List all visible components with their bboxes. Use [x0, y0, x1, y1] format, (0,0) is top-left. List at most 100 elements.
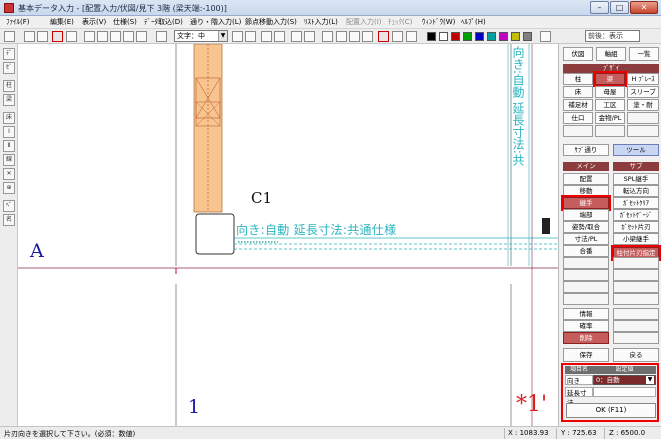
buzai-joint[interactable]: 仕口 [563, 112, 593, 124]
menu-list-input[interactable]: ﾘｽﾄ入力(L) [304, 17, 338, 27]
main-dimension[interactable]: 寸法/PL [563, 233, 609, 245]
left-tool-name[interactable]: 名 [3, 214, 15, 226]
redo-icon[interactable] [37, 31, 48, 42]
main-empty[interactable] [563, 281, 609, 293]
left-tool-column[interactable]: 柱 [3, 80, 15, 92]
left-tool-2[interactable]: ｾﾞ [3, 62, 15, 74]
sub-empty[interactable] [613, 281, 659, 293]
buzai-zone[interactable]: 工区 [595, 99, 625, 111]
confirm-button[interactable]: 確率 [563, 320, 609, 332]
color-swatch[interactable] [487, 32, 496, 41]
hatch-icon[interactable] [362, 31, 373, 42]
tab-list[interactable]: 一覧 [629, 47, 659, 61]
color-swatch[interactable] [463, 32, 472, 41]
sub-empty[interactable] [613, 332, 659, 344]
extension-input[interactable] [593, 387, 656, 397]
menu-spec[interactable]: 仕様(S) [113, 17, 137, 27]
left-tool-1[interactable]: ﾃﾞ [3, 48, 15, 60]
buzai-empty[interactable] [563, 125, 593, 137]
snap-icon[interactable] [274, 31, 285, 42]
menu-check[interactable]: ﾁｪｯｸ(C) [388, 17, 412, 27]
save-icon[interactable] [4, 31, 15, 42]
left-tool-line[interactable]: 線 [3, 154, 15, 166]
close-button[interactable]: ✕ [630, 1, 658, 14]
left-tool-11[interactable]: ﾍﾟ [3, 200, 15, 212]
main-posture[interactable]: 姿勢/取合 [563, 221, 609, 233]
sub-gusset-blade[interactable]: ｶﾞｾｯﾄ片刃 [613, 221, 659, 233]
tool-button[interactable]: ツール [613, 144, 659, 156]
maximize-button[interactable]: □ [610, 1, 629, 14]
left-tool-6[interactable]: Ⅰ [3, 126, 15, 138]
menu-import[interactable]: ﾃﾞｰﾀ取込(D) [144, 17, 183, 27]
sub-empty[interactable] [613, 257, 659, 269]
frame-icon[interactable] [322, 31, 333, 42]
left-tool-cross[interactable]: ✕ [3, 168, 15, 180]
buzai-empty[interactable] [627, 125, 659, 137]
measure-icon[interactable] [232, 31, 243, 42]
left-tool-beam[interactable]: 梁 [3, 94, 15, 106]
buzai-purlin[interactable]: 母屋 [595, 86, 625, 98]
shadow-icon[interactable] [540, 31, 551, 42]
mirror-icon[interactable] [349, 31, 360, 42]
buzai-floor[interactable]: 床 [563, 86, 593, 98]
menu-window[interactable]: ｳｨﾝﾄﾞｳ(W) [422, 17, 455, 27]
menu-view[interactable]: 表示(V) [82, 17, 106, 27]
buzai-brace[interactable]: H ﾌﾞﾚｰｽ [627, 73, 659, 85]
main-empty[interactable] [563, 257, 609, 269]
arc-icon[interactable] [245, 31, 256, 42]
sub-spl-splice[interactable]: SPL継手 [613, 173, 659, 185]
menu-edit[interactable]: 編集(E) [50, 17, 74, 27]
zoom-all-icon[interactable] [84, 31, 95, 42]
pen-icon[interactable] [406, 31, 417, 42]
copy-icon[interactable] [336, 31, 347, 42]
main-empty[interactable] [563, 269, 609, 281]
grid-icon[interactable] [261, 31, 272, 42]
sub-empty[interactable] [613, 320, 659, 332]
save-button[interactable]: 保存 [563, 348, 609, 362]
buzai-hardware[interactable]: 金物/PL [595, 112, 625, 124]
layer-icon[interactable] [291, 31, 302, 42]
menu-help[interactable]: ﾍﾙﾌﾟ(H) [461, 17, 486, 27]
menu-grid[interactable]: 通り・階入力(L) [190, 17, 241, 27]
color-swatch[interactable] [511, 32, 520, 41]
buzai-empty[interactable] [627, 112, 659, 124]
color-red-icon[interactable] [378, 31, 389, 42]
sub-gusset-clear[interactable]: ｶﾞｾｯﾄｸﾘｱ [613, 197, 659, 209]
color-swatch[interactable] [451, 32, 460, 41]
sub-empty[interactable] [613, 293, 659, 305]
text-icon[interactable] [156, 31, 167, 42]
buzai-empty[interactable] [595, 125, 625, 137]
sub-direction[interactable]: 転込方向 [613, 185, 659, 197]
info-button[interactable]: 情報 [563, 308, 609, 320]
stop-icon[interactable] [52, 31, 63, 42]
sub-small-beam-splice[interactable]: 小梁継手 [613, 233, 659, 245]
color-swatch[interactable] [523, 32, 532, 41]
buzai-coating[interactable]: 塗・耐 [627, 99, 659, 111]
color-swatch[interactable] [475, 32, 484, 41]
sub-empty[interactable] [613, 269, 659, 281]
left-tool-target[interactable]: ⊕ [3, 182, 15, 194]
sub-gusset-gauge[interactable]: ｶﾞｾｯﾄｹﾞｰｼﾞ [613, 209, 659, 221]
zoom-out-icon[interactable] [123, 31, 134, 42]
color-swatch[interactable] [427, 32, 436, 41]
sub-empty[interactable] [613, 308, 659, 320]
minimize-button[interactable]: – [590, 1, 609, 14]
select-icon[interactable] [304, 31, 315, 42]
fill-icon[interactable] [392, 31, 403, 42]
main-place[interactable]: 配置 [563, 173, 609, 185]
sub-grid-button[interactable]: ｻﾌﾞ通り [563, 144, 609, 156]
buzai-supplement[interactable]: 補足材 [563, 99, 593, 111]
zoom-window-icon[interactable] [97, 31, 108, 42]
main-match[interactable]: 合番 [563, 245, 609, 257]
buzai-sleeve[interactable]: スリーブ [627, 86, 659, 98]
direction-select[interactable]: 0：自動 ▼ [593, 375, 656, 385]
buzai-column[interactable]: 柱 [563, 73, 593, 85]
pan-icon[interactable] [136, 31, 147, 42]
left-tool-7[interactable]: Ⅱ [3, 140, 15, 152]
menu-file[interactable]: ﾌｧｲﾙ(F) [6, 17, 30, 27]
back-button[interactable]: 戻る [613, 348, 659, 362]
ok-button[interactable]: OK (F11) [566, 403, 656, 418]
font-size-select[interactable]: 文字：中 ▼ [174, 30, 228, 42]
delete-button[interactable]: 削除 [563, 332, 609, 344]
menu-place-input[interactable]: 配置入力(I) [346, 17, 382, 27]
